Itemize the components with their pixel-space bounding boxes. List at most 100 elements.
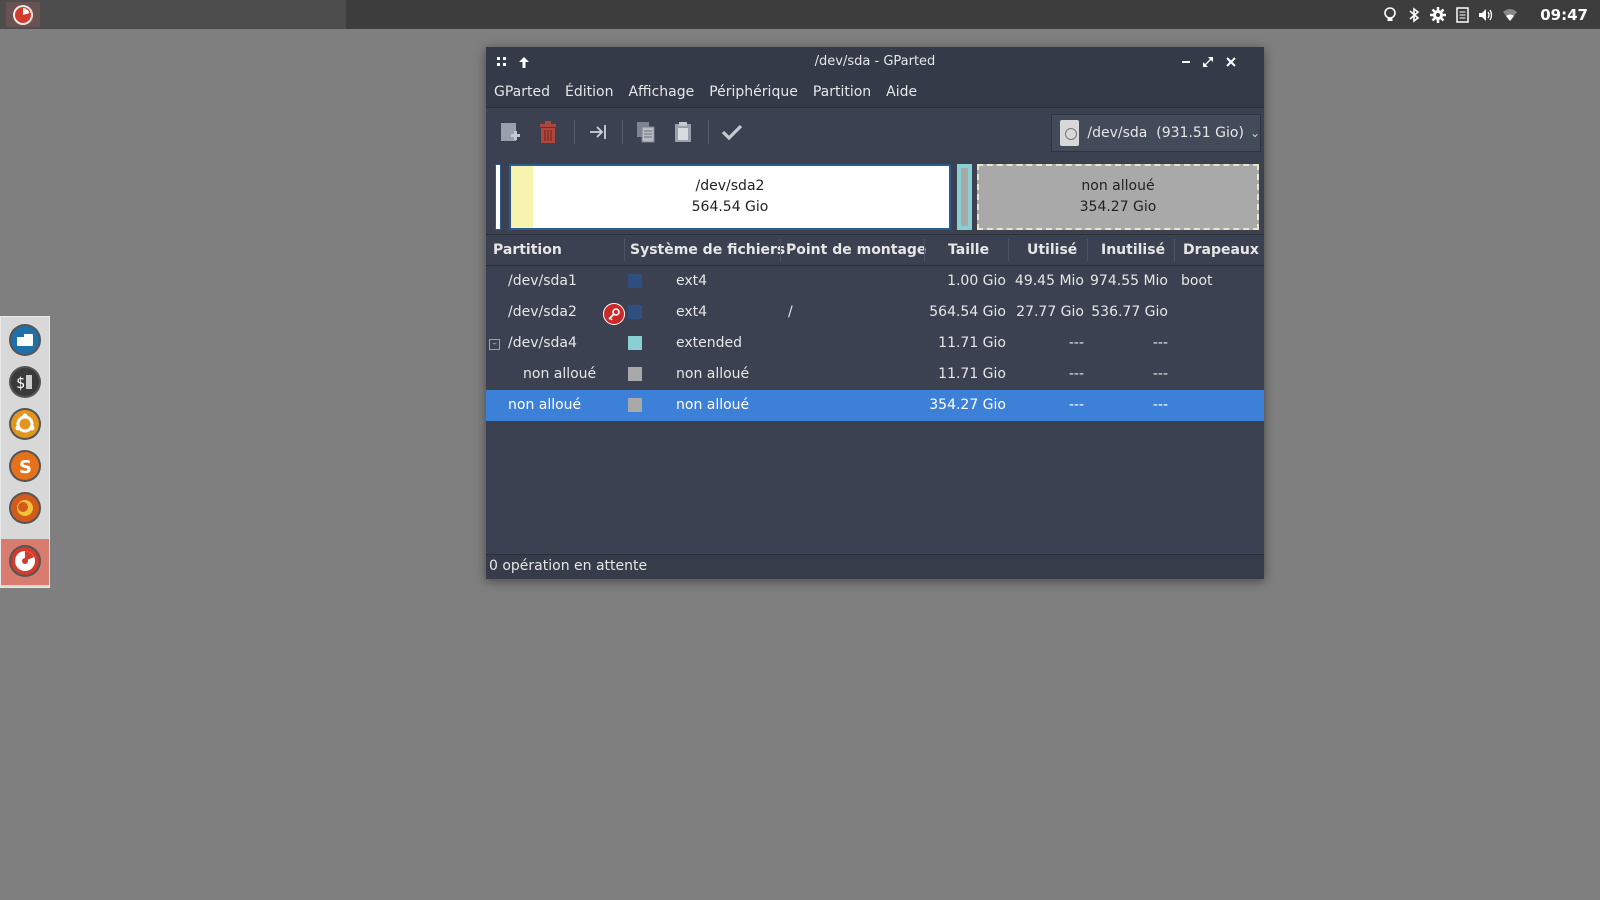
delete-partition-button[interactable] xyxy=(536,120,560,144)
hard-disk-icon xyxy=(1060,120,1080,146)
cell-mountpoint: / xyxy=(788,304,793,320)
cell-partition: /dev/sda4 xyxy=(508,335,577,351)
terminal-icon: $ xyxy=(9,366,41,398)
checkmark-icon xyxy=(721,124,743,141)
copy-button[interactable] xyxy=(634,120,658,144)
col-unused[interactable]: Inutilisé xyxy=(1101,235,1165,265)
graph-unalloc-size: 354.27 Gio xyxy=(1079,199,1157,215)
table-row[interactable]: /dev/sda2 ext4 / 564.54 Gio 27.77 Gio 53… xyxy=(486,297,1264,328)
dock-app-s[interactable]: S xyxy=(8,449,42,483)
new-partition-button[interactable] xyxy=(498,120,522,144)
column-separator xyxy=(1174,239,1175,261)
cell-filesystem: extended xyxy=(676,335,743,351)
gparted-icon xyxy=(13,4,33,25)
fs-color-swatch xyxy=(628,305,642,319)
col-partition[interactable]: Partition xyxy=(493,235,562,265)
resize-move-button[interactable] xyxy=(586,120,610,144)
toolbar-separator xyxy=(708,120,709,144)
column-separator xyxy=(780,239,781,261)
lightbulb-icon[interactable] xyxy=(1378,0,1402,29)
chevron-down-icon: ⌄ xyxy=(1249,126,1260,140)
cell-filesystem: non alloué xyxy=(676,366,750,382)
graph-sda2[interactable]: /dev/sda2 564.54 Gio xyxy=(509,164,951,230)
fs-color-swatch xyxy=(628,274,642,288)
col-mountpoint[interactable]: Point de montage xyxy=(786,235,926,265)
copy-icon xyxy=(637,122,655,143)
dock-terminal[interactable]: $ xyxy=(8,365,42,399)
table-row-selected[interactable]: non alloué non alloué 354.27 Gio --- --- xyxy=(486,390,1264,421)
device-selector[interactable]: /dev/sda (931.51 Gio) ⌄ xyxy=(1051,114,1261,152)
table-row[interactable]: /dev/sda1 ext4 1.00 Gio 49.45 Mio 974.55… xyxy=(486,266,1264,297)
firefox-icon xyxy=(9,492,41,524)
cell-filesystem: ext4 xyxy=(676,273,708,289)
col-filesystem[interactable]: Système de fichiers xyxy=(630,235,785,265)
dock-files[interactable] xyxy=(8,323,42,357)
partition-graph: /dev/sda2 564.54 Gio non alloué 354.27 G… xyxy=(486,156,1264,235)
status-bar: 0 opération en attente xyxy=(486,554,1264,579)
maximize-button[interactable] xyxy=(1198,52,1218,72)
graph-sda2-name: /dev/sda2 xyxy=(695,178,765,194)
cell-used: 49.45 Mio xyxy=(1014,273,1084,289)
cell-unused: 974.55 Mio xyxy=(1090,273,1168,289)
paste-icon xyxy=(675,122,691,142)
menu-partition[interactable]: Partition xyxy=(813,84,871,100)
cell-unused: --- xyxy=(1152,366,1168,382)
cell-filesystem: non alloué xyxy=(676,397,750,413)
table-header: Partition Système de fichiers Point de m… xyxy=(486,235,1264,266)
fs-color-swatch xyxy=(628,367,642,381)
collapse-toggle[interactable]: – xyxy=(489,339,500,350)
clipboard-icon[interactable] xyxy=(1450,0,1474,29)
col-size[interactable]: Taille xyxy=(948,235,989,265)
menu-gparted[interactable]: GParted xyxy=(494,84,550,100)
volume-icon[interactable] xyxy=(1474,0,1498,29)
graph-sda4[interactable] xyxy=(957,164,972,230)
cell-partition: /dev/sda2 xyxy=(508,304,577,320)
cell-used: --- xyxy=(1068,335,1084,351)
menu-peripherique[interactable]: Périphérique xyxy=(709,84,798,100)
cell-used: --- xyxy=(1068,397,1084,413)
apply-button[interactable] xyxy=(720,120,744,144)
column-separator xyxy=(624,239,625,261)
cell-size: 11.71 Gio xyxy=(938,366,1006,382)
cell-size: 564.54 Gio xyxy=(929,304,1006,320)
close-button[interactable] xyxy=(1221,52,1241,72)
svg-text:S: S xyxy=(19,457,32,478)
dock-gparted[interactable] xyxy=(8,544,42,578)
column-separator xyxy=(924,239,925,261)
arrow-right-icon xyxy=(590,125,606,139)
clock[interactable]: 09:47 xyxy=(1540,6,1588,24)
graph-sda4-unallocated[interactable] xyxy=(961,168,968,226)
cell-size: 354.27 Gio xyxy=(929,397,1006,413)
app-s-icon: S xyxy=(9,450,41,482)
dock: $ S xyxy=(0,316,50,588)
graph-unalloc-name: non alloué xyxy=(1081,178,1155,194)
minimize-button[interactable] xyxy=(1176,52,1196,72)
title-bar[interactable]: /dev/sda - GParted xyxy=(486,47,1264,77)
cell-unused: --- xyxy=(1152,397,1168,413)
table-row[interactable]: non alloué non alloué 11.71 Gio --- --- xyxy=(486,359,1264,390)
col-flags[interactable]: Drapeaux xyxy=(1183,235,1259,265)
close-icon xyxy=(1226,57,1236,67)
gparted-launcher[interactable] xyxy=(6,2,40,27)
paste-button[interactable] xyxy=(671,120,695,144)
col-used[interactable]: Utilisé xyxy=(1027,235,1077,265)
dock-software-center[interactable] xyxy=(8,407,42,441)
menu-affichage[interactable]: Affichage xyxy=(628,84,694,100)
menu-aide[interactable]: Aide xyxy=(886,84,917,100)
graph-sda1[interactable] xyxy=(495,164,501,230)
files-icon xyxy=(9,324,41,356)
device-selector-label: /dev/sda (931.51 Gio) xyxy=(1087,125,1244,141)
wifi-icon[interactable] xyxy=(1498,0,1522,29)
graph-unallocated[interactable]: non alloué 354.27 Gio xyxy=(977,164,1259,230)
settings-gear-icon[interactable] xyxy=(1426,0,1450,29)
new-partition-icon xyxy=(501,123,520,141)
bluetooth-icon[interactable] xyxy=(1402,0,1426,29)
table-row[interactable]: – /dev/sda4 extended 11.71 Gio --- --- xyxy=(486,328,1264,359)
system-tray: 09:47 xyxy=(1378,0,1600,29)
toolbar-separator xyxy=(622,120,623,144)
cell-flags: boot xyxy=(1181,273,1213,289)
gparted-window: /dev/sda - GParted GParted Édition Affic… xyxy=(486,47,1264,579)
active-app-indicator[interactable] xyxy=(0,0,346,29)
menu-edition[interactable]: Édition xyxy=(565,84,613,100)
dock-firefox[interactable] xyxy=(8,491,42,525)
